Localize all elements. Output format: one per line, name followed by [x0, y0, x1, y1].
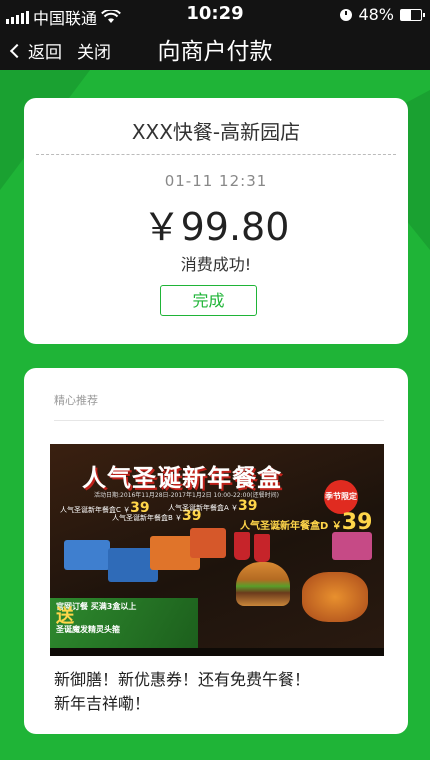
drink-cup: [254, 534, 270, 562]
wings-image: [302, 572, 368, 622]
burger-image: [236, 562, 290, 606]
gift-box: [332, 532, 372, 560]
banner-footer: [50, 648, 384, 656]
meal-box: [190, 528, 226, 558]
season-badge: 季节限定: [324, 480, 358, 514]
navigation-bar: 返回 关闭 向商户付款: [0, 30, 430, 70]
meal-box: [64, 540, 110, 570]
done-button[interactable]: 完成: [160, 285, 257, 316]
recommend-card: 精心推荐 人气圣诞新年餐盒 活动日期:2016年11月28日-2017年1月2日…: [24, 368, 408, 734]
divider: [54, 420, 384, 421]
payment-amount: ￥99.80: [142, 205, 290, 249]
promo-text: 官网订餐 买满3盒以上 送 圣诞魔发精灵头箍: [56, 602, 137, 634]
drink-cup: [234, 532, 250, 560]
dashed-divider: [36, 154, 396, 155]
recommend-title: 精心推荐: [54, 394, 98, 407]
battery-icon: [400, 8, 425, 21]
banner-headline: 人气圣诞新年餐盒: [82, 464, 282, 492]
price-tag: 人气圣诞新年餐盒B ￥39: [112, 508, 202, 524]
status-bar: 中国联通 10:29 48%: [0, 0, 430, 30]
receipt-card: XXX快餐-高新园店 01-11 12:31 ￥99.80 消费成功! 完成: [24, 98, 408, 344]
page-title: 向商户付款: [157, 39, 273, 65]
clock-icon: [340, 8, 353, 21]
battery-percent: 48%: [358, 5, 394, 24]
recommend-description: 新御膳！新优惠券！还有免费午餐！ 新年吉祥嘞！: [54, 670, 311, 713]
payment-datetime: 01-11 12:31: [164, 172, 268, 190]
payment-status: 消费成功!: [180, 255, 252, 274]
top-bar: 中国联通 10:29 48% 返回 关闭 向商户付款: [0, 0, 430, 70]
merchant-name: XXX快餐-高新园店: [131, 120, 301, 144]
promo-banner[interactable]: 人气圣诞新年餐盒 活动日期:2016年11月28日-2017年1月2日 10:0…: [50, 444, 384, 656]
